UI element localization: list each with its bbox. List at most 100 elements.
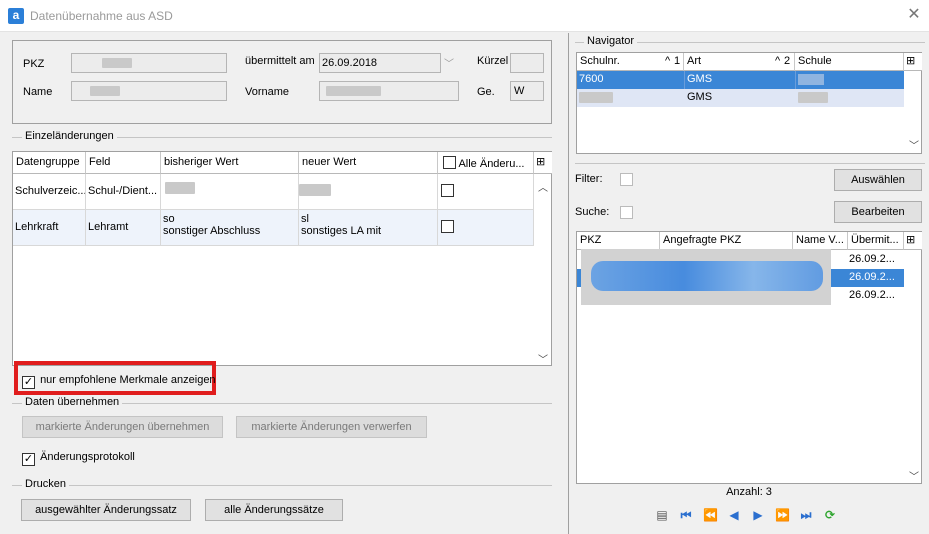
auswaehlen-button[interactable]: Auswählen bbox=[834, 169, 922, 191]
uebermittelt-value: 26.09.2... bbox=[849, 289, 895, 301]
vorname-value-blurred bbox=[326, 86, 381, 96]
left-panel: PKZ Name übermittelt am 26.09.2018 ﹀ Vor… bbox=[0, 33, 568, 534]
ge-field[interactable]: W bbox=[510, 81, 544, 101]
next-page-icon[interactable]: ⏩ bbox=[775, 508, 790, 522]
table-cell[interactable] bbox=[438, 210, 534, 246]
col-header-bisheriger-wert[interactable]: bisheriger Wert bbox=[161, 152, 299, 174]
schulnr-value-blurred bbox=[579, 92, 613, 103]
filter-label: Filter: bbox=[575, 173, 603, 185]
column-chooser-icon[interactable]: ⊞ bbox=[904, 232, 922, 250]
cell-divider bbox=[684, 71, 685, 89]
navigator-title: Navigator bbox=[584, 35, 638, 47]
col-header-angefragte-pkz[interactable]: Angefragte PKZ bbox=[660, 232, 793, 250]
notes-icon[interactable]: ▤ bbox=[655, 508, 669, 522]
alle-aenderungssaetze-button[interactable]: alle Änderungssätze bbox=[205, 499, 343, 521]
prev-page-icon[interactable]: ⏪ bbox=[703, 508, 718, 522]
alle-aenderungen-label: Alle Änderu... bbox=[458, 158, 525, 170]
schule-value-blurred bbox=[798, 74, 824, 85]
vorname-field[interactable] bbox=[319, 81, 459, 101]
pkz-value-blurred bbox=[102, 58, 132, 68]
nur-empfohlene-label: nur empfohlene Merkmale anzeigen bbox=[40, 374, 216, 386]
nur-empfohlene-checkbox-row[interactable]: nur empfohlene Merkmale anzeigen bbox=[22, 374, 216, 389]
col-header-name[interactable]: Name V... bbox=[793, 232, 848, 250]
col-header-alle-aenderungen[interactable]: Alle Änderu... bbox=[438, 152, 534, 174]
column-chooser-icon[interactable]: ⊞ bbox=[904, 53, 922, 71]
first-record-icon[interactable]: ⏮ bbox=[679, 508, 693, 522]
ge-label: Ge. bbox=[477, 86, 495, 98]
pkz-field[interactable] bbox=[71, 53, 227, 73]
table-cell[interactable]: so sonstiger Abschluss bbox=[161, 210, 299, 246]
col-header-schule[interactable]: Schule bbox=[795, 53, 904, 71]
col-header-feld[interactable]: Feld bbox=[86, 152, 161, 174]
col-header-schulnr[interactable]: Schulnr. ^ 1 bbox=[577, 53, 684, 71]
neuer-wert-line: sonstiges LA mit bbox=[301, 225, 382, 237]
filter-checkbox[interactable] bbox=[620, 173, 633, 186]
neuer-wert-blurred bbox=[299, 184, 331, 196]
schulnr-value: 7600 bbox=[579, 73, 604, 85]
scroll-up-icon[interactable]: ︿ bbox=[536, 179, 550, 194]
table-cell[interactable] bbox=[161, 174, 299, 210]
table-cell[interactable] bbox=[299, 174, 438, 210]
ausgewaehlter-aenderungssatz-button[interactable]: ausgewählter Änderungssatz bbox=[21, 499, 191, 521]
uebermittelt-date-field[interactable]: 26.09.2018 bbox=[319, 53, 441, 73]
bisheriger-wert-line: so bbox=[163, 213, 175, 225]
section-divider bbox=[575, 163, 925, 164]
col-header-uebermittelt[interactable]: Übermit... bbox=[848, 232, 904, 250]
schule-value-blurred bbox=[798, 92, 828, 103]
bearbeiten-button[interactable]: Bearbeiten bbox=[834, 201, 922, 223]
record-navigator: ▤ ⏮ ⏪ ◀ ▶ ⏩ ⏭ ⟳ bbox=[655, 507, 845, 525]
neuer-wert-line: sl bbox=[301, 213, 309, 225]
art-value: GMS bbox=[687, 91, 713, 103]
markierte-verwerfen-button[interactable]: markierte Änderungen verwerfen bbox=[236, 416, 427, 438]
uebermittelt-label: übermittelt am bbox=[245, 55, 315, 67]
scroll-down-icon[interactable]: ﹀ bbox=[536, 351, 550, 366]
table-cell[interactable]: sl sonstiges LA mit bbox=[299, 210, 438, 246]
refresh-icon[interactable]: ⟳ bbox=[823, 508, 837, 522]
list-item[interactable]: GMS bbox=[577, 89, 904, 107]
vorname-label: Vorname bbox=[245, 86, 290, 98]
row-checkbox[interactable] bbox=[441, 220, 454, 233]
name-value-blurred bbox=[90, 86, 120, 96]
daten-uebernehmen-title: Daten übernehmen bbox=[22, 396, 123, 408]
column-chooser-icon[interactable]: ⊞ bbox=[534, 152, 552, 174]
col-header-art[interactable]: Art ^ 2 bbox=[684, 53, 795, 71]
name-field[interactable] bbox=[71, 81, 227, 101]
drucken-title: Drucken bbox=[22, 478, 69, 490]
table-cell[interactable]: Lehramt bbox=[86, 210, 161, 246]
close-icon[interactable]: ✕ bbox=[902, 4, 926, 28]
next-record-icon[interactable]: ▶ bbox=[751, 508, 765, 522]
suche-checkbox[interactable] bbox=[620, 206, 633, 219]
nur-empfohlene-checkbox[interactable] bbox=[22, 376, 35, 389]
app-icon: a bbox=[8, 8, 24, 24]
table-cell[interactable]: Schul-/Dient... bbox=[86, 174, 161, 210]
art-value: GMS bbox=[687, 73, 713, 85]
col-header-datengruppe[interactable]: Datengruppe bbox=[13, 152, 86, 174]
prev-record-icon[interactable]: ◀ bbox=[727, 508, 741, 522]
table-cell[interactable] bbox=[438, 174, 534, 210]
alle-aenderungen-checkbox[interactable] bbox=[443, 156, 456, 169]
uebermittelt-value: 26.09.2... bbox=[849, 271, 895, 283]
table-row[interactable]: Schulverzeic... bbox=[13, 174, 86, 210]
sort-order: 2 bbox=[784, 55, 791, 67]
list-item[interactable]: 7600 GMS bbox=[577, 71, 904, 89]
table-row[interactable]: Lehrkraft bbox=[13, 210, 86, 246]
aenderungsprotokoll-checkbox-row[interactable]: Änderungsprotokoll bbox=[22, 451, 135, 466]
col-header-neuer-wert[interactable]: neuer Wert bbox=[299, 152, 438, 174]
sort-asc-icon: ^ bbox=[775, 55, 781, 67]
suche-label: Suche: bbox=[575, 206, 610, 218]
uebermittelt-value: 26.09.2... bbox=[849, 253, 895, 265]
name-label: Name bbox=[23, 86, 53, 98]
navigator-grid: Schulnr. ^ 1 Art ^ 2 Schule ⊞ 7600 GMS GMS… bbox=[576, 52, 922, 154]
sort-order: 1 bbox=[674, 55, 681, 67]
markierte-uebernehmen-button[interactable]: markierte Änderungen übernehmen bbox=[22, 416, 223, 438]
col-header-pkz[interactable]: PKZ bbox=[577, 232, 660, 250]
chevron-down-icon[interactable]: ﹀ bbox=[444, 55, 454, 70]
scroll-down-icon[interactable]: ﹀ bbox=[907, 468, 921, 483]
anzahl-label: Anzahl: 3 bbox=[726, 486, 772, 498]
row-checkbox[interactable] bbox=[441, 184, 454, 197]
redacted-blur bbox=[591, 261, 823, 291]
scroll-down-icon[interactable]: ﹀ bbox=[907, 137, 921, 152]
kuerzel-field[interactable] bbox=[510, 53, 544, 73]
last-record-icon[interactable]: ⏭ bbox=[799, 508, 813, 522]
aenderungsprotokoll-checkbox[interactable] bbox=[22, 453, 35, 466]
